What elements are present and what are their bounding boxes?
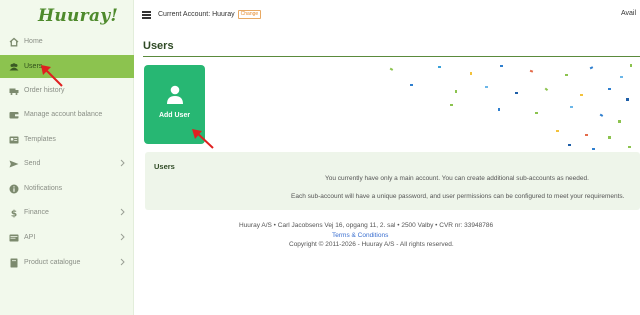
panel-message-sub-accounts: Each sub-account will have a unique pass… [291, 193, 625, 200]
truck-icon [9, 86, 19, 96]
annotation-arrow-users [41, 65, 63, 87]
users-info-panel: Users You currently have only a main acc… [145, 152, 640, 210]
sidebar-item-send[interactable]: Send [0, 152, 134, 175]
sidebar-item-templates[interactable]: Templates [0, 128, 134, 151]
template-icon [9, 135, 19, 145]
sidebar-item-label: Templates [24, 136, 56, 143]
sidebar-item-finance[interactable]: $ Finance [0, 201, 134, 224]
sidebar-item-api[interactable]: API [0, 226, 134, 249]
home-icon [9, 37, 19, 47]
sidebar-item-notifications[interactable]: Notifications [0, 177, 134, 200]
chevron-right-icon [120, 159, 125, 167]
panel-message-main-account: You currently have only a main account. … [325, 175, 589, 182]
send-icon [9, 159, 19, 169]
sidebar-item-label: Manage account balance [24, 111, 103, 118]
confetti-decoration [389, 64, 632, 156]
current-account-label: Current Account: Huuray [158, 11, 235, 18]
footer-address: Huuray A/S • Carl Jacobsens Vej 16, opga… [239, 222, 494, 229]
terms-link[interactable]: Terms & Conditions [332, 232, 388, 239]
annotation-arrow-add-user [192, 129, 214, 149]
add-user-label: Add User [158, 112, 191, 119]
sidebar-item-label: Notifications [24, 185, 63, 192]
title-divider [143, 56, 640, 57]
sidebar-item-label: Finance [24, 209, 49, 216]
sidebar-item-label: Send [24, 160, 41, 167]
catalogue-icon [9, 258, 19, 268]
topbar: Current Account: Huuray Change Avail [134, 0, 640, 30]
svg-text:$: $ [11, 209, 17, 218]
sidebar-item-label: Home [24, 38, 43, 45]
code-icon [9, 233, 19, 243]
sidebar-item-home[interactable]: Home [0, 30, 134, 53]
change-account-button[interactable]: Change [237, 10, 262, 19]
panel-title: Users [154, 162, 175, 171]
chevron-right-icon [120, 258, 125, 266]
wallet-icon [9, 110, 19, 120]
page-title: Users [143, 40, 174, 52]
current-account: Current Account: Huuray Change [158, 10, 262, 19]
available-balance-label: Avail [621, 10, 637, 17]
chevron-right-icon [120, 208, 125, 216]
sidebar-item-label: Product catalogue [24, 259, 81, 266]
footer-copyright: Copyright © 2011-2026 - Huuray A/S - All… [289, 241, 454, 248]
info-icon [9, 184, 19, 194]
sidebar-item-product-catalogue[interactable]: Product catalogue [0, 251, 134, 274]
hamburger-menu-icon[interactable] [142, 11, 151, 19]
huuray-logo[interactable]: Huuray! [38, 6, 118, 26]
user-icon [166, 85, 183, 104]
chevron-right-icon [120, 233, 125, 241]
sidebar-item-manage-account-balance[interactable]: Manage account balance [0, 103, 134, 126]
sidebar-item-label: API [24, 234, 36, 241]
users-icon [9, 62, 19, 72]
sidebar: Huuray! Home Users Order history Manage … [0, 0, 134, 315]
dollar-icon: $ [9, 208, 19, 218]
